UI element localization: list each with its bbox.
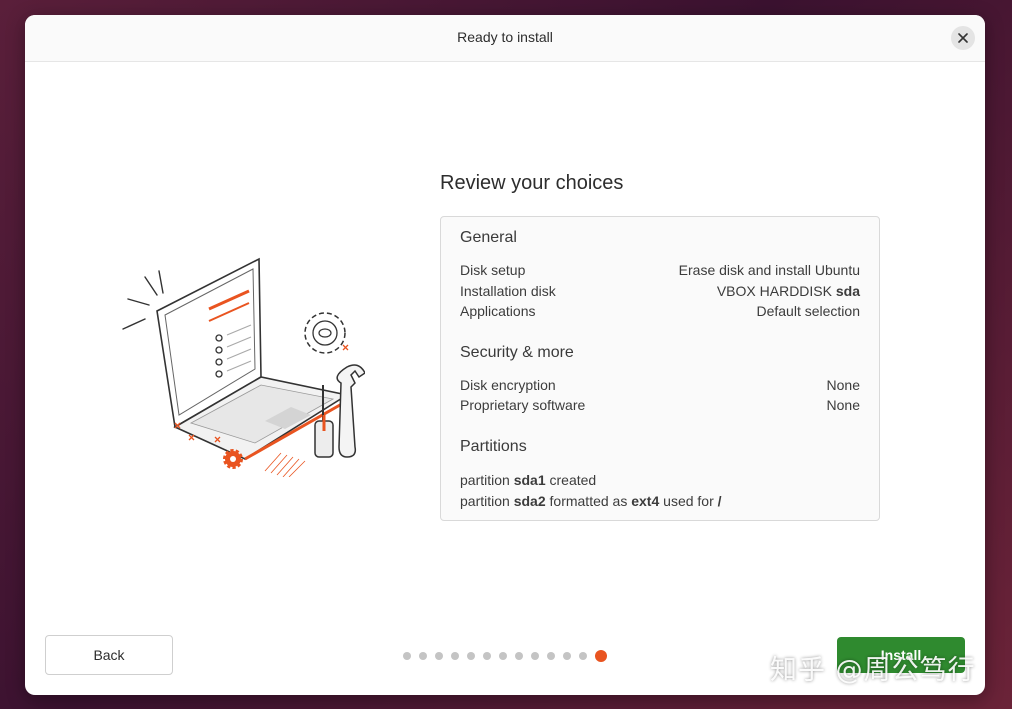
disk-setup-value: Erase disk and install Ubuntu [678,262,860,278]
partition-sda2-mountpoint: / [717,493,722,509]
proprietary-software-value: None [826,397,860,413]
disk-encryption-value: None [826,377,860,393]
step-dot [483,652,491,660]
installation-disk-label: Installation disk [460,283,556,299]
step-dot [451,652,459,660]
summary-card: General Disk setup Erase disk and instal… [440,216,880,521]
step-dot [419,652,427,660]
installation-disk-row: Installation disk VBOX HARDDISK sda [460,283,860,301]
partition-sda2-filesystem: ext4 [631,493,660,509]
step-dot [403,652,411,660]
title-bar: Ready to install [25,15,985,62]
step-dot [547,652,555,660]
partition-sda2-name: sda2 [513,493,546,509]
hatch-pattern-icon [264,452,306,477]
applications-row: Applications Default selection [460,303,860,321]
back-button[interactable]: Back [45,635,173,675]
step-dot [531,652,539,660]
wrench-icon [336,364,365,458]
disk-encryption-row: Disk encryption None [460,377,860,395]
disk-encryption-label: Disk encryption [460,377,556,393]
sparkle-icon [122,270,164,330]
step-dot [563,652,571,660]
watermark-text: 知乎 @周公笃行 [770,655,976,686]
partition-sda2-line: partition sda2 formatted as ext4 used fo… [460,493,722,509]
step-dot [435,652,443,660]
installation-disk-model: VBOX HARDDISK [716,283,832,299]
gear-icon [304,312,346,354]
review-heading: Review your choices [440,172,624,194]
partition-sda1-line: partition sda1 created [460,472,596,488]
installation-disk-value: VBOX HARDDISK sda [717,283,860,301]
applications-value: Default selection [756,303,860,319]
applications-label: Applications [460,303,536,319]
disk-setup-label: Disk setup [460,262,526,278]
step-dot [579,652,587,660]
step-progress-dots [403,650,607,662]
security-section-title: Security & more [460,344,574,361]
proprietary-software-label: Proprietary software [460,397,586,413]
step-dot [499,652,507,660]
partitions-section-title: Partitions [460,438,527,455]
laptop-tools-illustration [122,257,365,477]
proprietary-software-row: Proprietary software None [460,397,860,415]
installation-disk-device: sda [835,283,860,299]
partition-word: partition [460,493,510,509]
cog-icon [223,449,243,469]
close-button[interactable] [951,26,975,50]
close-icon [958,33,968,43]
disk-setup-row: Disk setup Erase disk and install Ubuntu [460,262,860,280]
partition-sda1-name: sda1 [513,472,546,488]
partition-sda2-formatted-as: formatted as [549,493,628,509]
general-section-title: General [460,229,517,246]
partition-word: partition [460,472,510,488]
installer-window: Ready to install Review your choices Gen… [25,15,985,695]
step-dot [515,652,523,660]
step-dot-current [595,650,607,662]
partition-sda2-used-for: used for [663,493,714,509]
step-dot [467,652,475,660]
window-title: Ready to install [457,29,553,45]
partition-sda1-status: created [549,472,597,488]
